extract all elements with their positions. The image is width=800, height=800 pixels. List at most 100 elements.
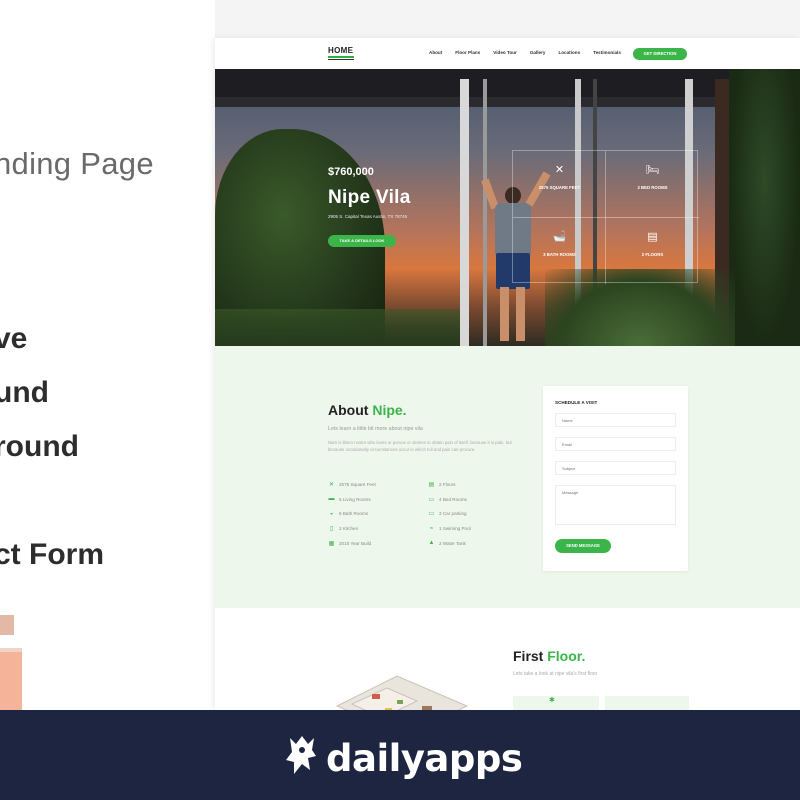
list-item: ▭ 4 Bed Rooms (428, 496, 528, 503)
amenity-label: 3 Car parking (439, 511, 467, 517)
floor-info-card (605, 696, 689, 710)
promo-feature-4: round (0, 430, 79, 463)
amenities-list: ✕ 2575 Square Feet ▤ 2 Floors ▬ 5 Living Ro… (328, 481, 528, 547)
nav-link-about[interactable]: About (429, 50, 442, 55)
person-leg (516, 287, 525, 341)
nav-link-video-tour[interactable]: Video Tour (493, 50, 517, 55)
car-icon: ▭ (428, 511, 435, 518)
promo-feature-5: ct Form (0, 538, 105, 571)
property-address: 2905 S. Capital Texas Austin, TX 78746 (328, 214, 408, 219)
list-item: ▲ 2 Water Tank (428, 540, 528, 547)
floor-heading-main: First (513, 648, 544, 664)
property-title: Nipe Vila (328, 187, 411, 208)
html5-badge-fragment (0, 648, 22, 710)
about-heading: About Nipe. (328, 402, 407, 418)
dailyapps-logo-icon (286, 736, 316, 774)
amenity-label: 2 Kitchen (339, 526, 359, 532)
nav-link-gallery[interactable]: Gallery (530, 50, 546, 55)
promo-feature-2: ve (0, 322, 28, 355)
kitchen-icon: ▯ (329, 526, 334, 533)
schedule-visit-form: SCHEDULE A VISIT SEND MESSAGE (543, 386, 688, 571)
take-details-look-button[interactable]: TAKE A DETAILS LOOK (328, 235, 396, 247)
nav-link-locations[interactable]: Locations (558, 50, 580, 55)
floor-plan-furniture (372, 694, 380, 699)
floor-info-card (513, 696, 599, 710)
hero-photo-roof-edge (215, 97, 800, 107)
promo-decoration (0, 615, 14, 635)
name-field[interactable] (555, 413, 676, 427)
logo-mascot (286, 736, 316, 774)
about-section: About Nipe. Lets learn a little bit more… (215, 346, 800, 608)
email-field[interactable] (555, 437, 676, 451)
floor-plan-section: First Floor. Lets take a look at nipe vi… (215, 608, 800, 710)
amenity-label: 4 Bed Rooms (439, 496, 467, 502)
nav-link-floor-plans[interactable]: Floor Plans (455, 50, 480, 55)
floor-plan-image (335, 675, 469, 710)
list-item: ▯ 2 Kitchen (328, 525, 428, 532)
top-navigation: HOME About Floor Plans Video Tour Galler… (215, 38, 800, 69)
site-logo[interactable]: HOME (328, 46, 356, 62)
floors-icon: ▤ (647, 231, 658, 243)
get-direction-button[interactable]: GET DIRECTION (633, 48, 687, 60)
list-item: ▤ 2 Floors (428, 481, 528, 488)
floor-card-icon: ✱ (549, 697, 555, 704)
amenity-label: 2015 Year Build (339, 540, 372, 546)
property-price: $760,000 (328, 166, 374, 178)
hero-photo-frame (483, 79, 487, 346)
feature-label: 3 BATH ROOMS (543, 252, 576, 257)
list-item: ▦ 2015 Year Build (328, 540, 428, 547)
amenity-label: 2575 Square Feet (339, 482, 376, 487)
hero-photo-roof (215, 69, 800, 97)
list-item: ◒ 6 Bath Rooms (328, 510, 428, 517)
list-item: ✕ 2575 Square Feet (328, 481, 428, 488)
list-item: ≈1 Swiming Pool (428, 525, 528, 532)
about-description: Nam is libero nostre who loves or pursue… (328, 440, 512, 452)
bath-icon: ◒ (329, 510, 334, 517)
subject-field[interactable] (555, 461, 676, 475)
bathtub-icon: 🛁 (552, 231, 567, 243)
list-item: ▬ 5 Living Rooms (328, 496, 428, 503)
dailyapps-brand: dailyapps (326, 737, 523, 780)
feature-label: 2 BED ROOMS (637, 185, 668, 190)
amenity-label: 5 Living Rooms (339, 496, 371, 502)
landing-page-preview: HOME About Floor Plans Video Tour Galler… (215, 38, 800, 710)
pool-icon: ≈ (429, 525, 434, 532)
feature-bed-rooms: 🛏 2 BED ROOMS (606, 151, 699, 217)
amenity-label: 1 Swiming Pool (439, 526, 471, 532)
cross-arrows-icon: ✕ (554, 164, 565, 176)
feature-floors: ▤ 2 FLOORS (606, 218, 699, 284)
left-promo-panel: nding Page t ve und round ct Form (0, 0, 215, 710)
send-message-button[interactable]: SEND MESSAGE (555, 539, 611, 553)
about-heading-main: About (328, 402, 369, 418)
hero-photo-grass (215, 309, 460, 346)
floor-heading-accent: Floor. (547, 648, 586, 664)
sofa-icon: ▬ (328, 496, 335, 503)
property-features-grid: ✕ 2575 SQUARE FEET 🛏 2 BED ROOMS 🛁 3 BAT… (512, 150, 699, 284)
person-leg (500, 287, 509, 341)
feature-label: 2575 SQUARE FEET (538, 185, 581, 190)
form-title: SCHEDULE A VISIT (555, 400, 598, 405)
message-field[interactable] (555, 485, 676, 525)
feature-square-feet: ✕ 2575 SQUARE FEET (513, 151, 606, 217)
nav-link-testimonials[interactable]: Testimonials (593, 50, 621, 55)
hero-section: $760,000 Nipe Vila 2905 S. Capital Texas… (215, 69, 800, 346)
promo-feature-3: und (0, 376, 49, 409)
floor-subtitle: Lets take a look at nipe vila's first fl… (513, 671, 598, 677)
feature-label: 2 FLOORS (641, 252, 664, 257)
about-subtitle: Lets learn a little bit more about nipe … (328, 426, 423, 432)
hero-photo-frame (460, 79, 469, 346)
bed-icon: ▭ (428, 496, 435, 503)
nav-links: About Floor Plans Video Tour Gallery Loc… (429, 50, 621, 55)
calendar-icon: ▦ (328, 540, 335, 547)
logo-underline (328, 56, 354, 58)
logo-mascot-eye (299, 747, 305, 753)
list-item: ▭ 3 Car parking (428, 510, 528, 517)
amenity-label: 2 Floors (439, 482, 456, 487)
floors-icon: ▤ (428, 482, 435, 488)
feature-bath-rooms: 🛁 3 BATH ROOMS (513, 218, 606, 284)
amenity-label: 2 Water Tank (439, 540, 466, 546)
water-tank-icon: ▲ (428, 540, 435, 547)
hero-photo-tree-right (729, 69, 800, 346)
floor-plan-furniture (397, 700, 403, 704)
logo-text: HOME (328, 46, 354, 55)
